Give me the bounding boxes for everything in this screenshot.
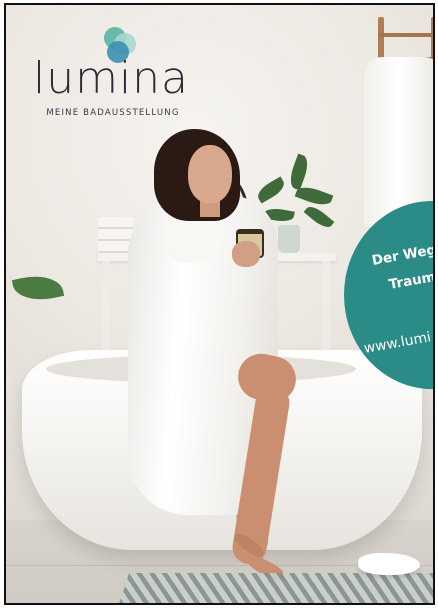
bath-mat — [114, 573, 433, 603]
brand-tagline: MEINE BADAUSSTELLUNG — [46, 108, 180, 118]
brand-name: lumina — [32, 53, 190, 104]
brochure-cover: lumina MEINE BADAUSSTELLUNG Der Weg Trau… — [4, 3, 435, 605]
woman-face — [188, 145, 232, 203]
woman-hand — [232, 241, 260, 267]
ladder-rack-rung — [378, 33, 433, 37]
slippers — [358, 553, 420, 575]
plant-pot — [278, 225, 300, 253]
